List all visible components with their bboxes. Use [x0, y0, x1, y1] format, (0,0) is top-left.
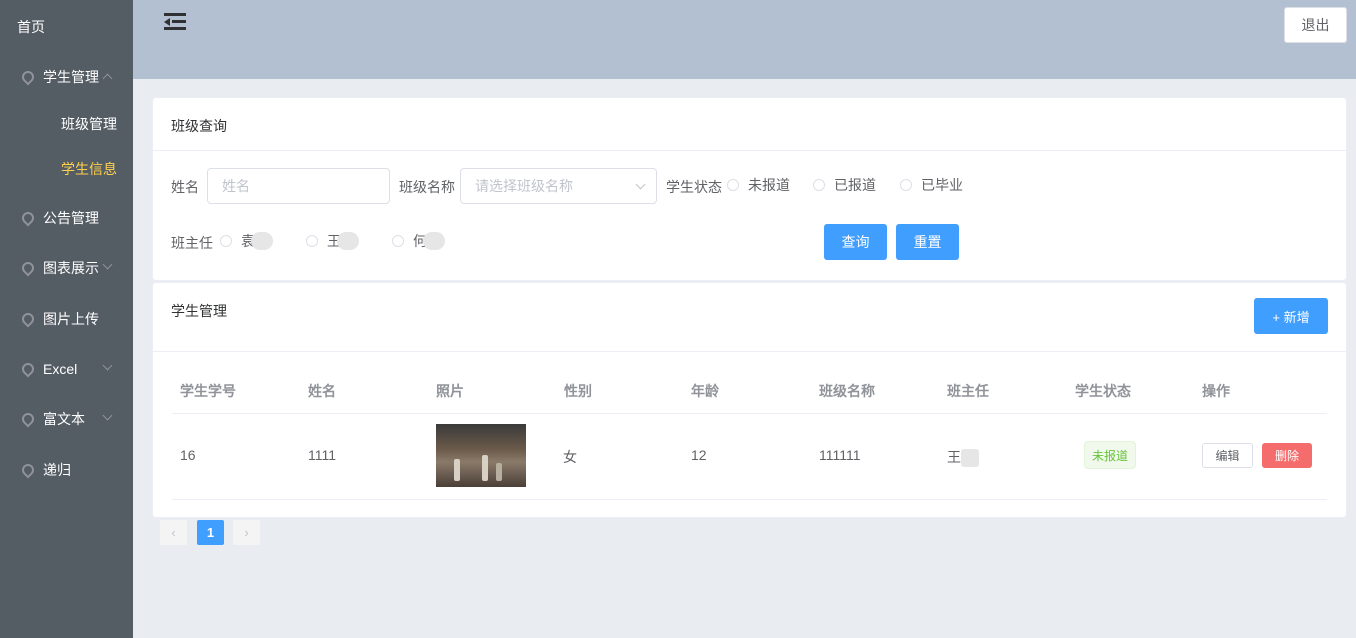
- photo-figure: [496, 463, 502, 481]
- status-badge: 未报道: [1084, 441, 1136, 469]
- radio-label: 已毕业: [921, 177, 963, 193]
- table-header-divider: [172, 413, 1327, 414]
- location-icon: [19, 259, 37, 277]
- pagination-next-button[interactable]: ›: [233, 520, 260, 545]
- head-teacher-label: 班主任: [171, 235, 213, 251]
- column-header: 操作: [1202, 383, 1230, 399]
- teacher-radio-2[interactable]: 王: [306, 231, 359, 251]
- column-header: 班级名称: [819, 383, 875, 399]
- redacted-mask: [423, 232, 445, 250]
- location-icon: [19, 209, 37, 227]
- column-header: 照片: [436, 383, 464, 399]
- sidebar-item-label: 图表展示: [43, 260, 99, 276]
- pagination-page-1[interactable]: 1: [197, 520, 224, 545]
- top-header: 退出: [133, 0, 1356, 79]
- radio-circle: [220, 235, 232, 247]
- name-input[interactable]: 姓名: [207, 168, 390, 204]
- status-radio-graduated[interactable]: 已毕业: [900, 175, 963, 195]
- column-header: 学生状态: [1075, 383, 1131, 399]
- location-icon: [19, 461, 37, 479]
- cell-gender: 女: [563, 449, 577, 465]
- sidebar-subitem-label: 班级管理: [61, 115, 117, 132]
- cell-name: 1111: [308, 447, 337, 463]
- sidebar-item-student-management[interactable]: 学生管理: [0, 52, 133, 102]
- sidebar-item-label: 公告管理: [43, 210, 99, 226]
- name-label: 姓名: [171, 179, 199, 195]
- status-radio-unreported[interactable]: 未报道: [727, 175, 790, 195]
- name-input-placeholder: 姓名: [222, 178, 250, 194]
- delete-button[interactable]: 删除: [1262, 443, 1312, 468]
- menu-fold-icon[interactable]: [164, 13, 186, 31]
- divider: [153, 150, 1346, 151]
- sidebar-subitem-label: 学生信息: [61, 160, 117, 177]
- sidebar-item-label: 首页: [17, 19, 45, 35]
- column-header: 性别: [564, 383, 592, 399]
- redacted-mask: [961, 449, 979, 468]
- column-header: 学生学号: [180, 383, 236, 399]
- column-header: 姓名: [308, 383, 336, 399]
- chevron-down-icon: [102, 259, 113, 270]
- cell-student-id: 16: [180, 447, 196, 463]
- teacher-name: 王: [947, 449, 961, 465]
- edit-button[interactable]: 编辑: [1202, 443, 1253, 468]
- cell-head-teacher: 王: [947, 447, 979, 468]
- radio-circle: [813, 179, 825, 191]
- pagination-prev-button[interactable]: ‹: [160, 520, 187, 545]
- photo-figure: [482, 455, 488, 481]
- radio-circle: [392, 235, 404, 247]
- sidebar-item-excel[interactable]: Excel: [0, 344, 133, 394]
- divider: [153, 351, 1346, 352]
- card-title: 学生管理: [171, 303, 227, 319]
- table-row-divider: [172, 499, 1327, 500]
- card-title: 班级查询: [171, 118, 227, 134]
- sidebar-item-label: 图片上传: [43, 311, 99, 327]
- radio-circle: [900, 179, 912, 191]
- radio-circle: [727, 179, 739, 191]
- logout-button[interactable]: 退出: [1284, 7, 1347, 43]
- sidebar-item-label: Excel: [43, 361, 78, 377]
- radio-circle: [306, 235, 318, 247]
- class-name-select[interactable]: 请选择班级名称: [460, 168, 657, 204]
- sidebar: 首页 学生管理 班级管理 学生信息 公告管理 图表展示 图片上传 Excel 富…: [0, 0, 133, 638]
- reset-button[interactable]: 重置: [896, 224, 959, 260]
- column-header: 年龄: [691, 383, 719, 399]
- cell-age: 12: [691, 447, 707, 463]
- sidebar-item-label: 富文本: [43, 411, 85, 427]
- sidebar-item-image-upload[interactable]: 图片上传: [0, 294, 133, 344]
- chevron-up-icon: [102, 73, 113, 84]
- chevron-down-icon: [102, 360, 113, 371]
- photo-figure: [454, 459, 460, 481]
- location-icon: [19, 410, 37, 428]
- teacher-radio-1[interactable]: 袁: [220, 231, 273, 251]
- add-button[interactable]: + 新增: [1254, 298, 1328, 334]
- student-photo: [436, 424, 526, 487]
- chevron-down-icon: [635, 179, 646, 190]
- sidebar-subitem-student-info[interactable]: 学生信息: [0, 146, 133, 191]
- cell-class-name: 111111: [819, 447, 861, 463]
- radio-label: 已报道: [834, 177, 876, 193]
- radio-label: 未报道: [748, 177, 790, 193]
- query-button[interactable]: 查询: [824, 224, 887, 260]
- sidebar-subitem-class-management[interactable]: 班级管理: [0, 101, 133, 146]
- location-icon: [19, 68, 37, 86]
- sidebar-item-rich-text[interactable]: 富文本: [0, 394, 133, 444]
- teacher-radio-3[interactable]: 何: [392, 231, 445, 251]
- sidebar-item-charts[interactable]: 图表展示: [0, 243, 133, 293]
- sidebar-item-announcement[interactable]: 公告管理: [0, 193, 133, 243]
- student-status-label: 学生状态: [666, 179, 722, 195]
- redacted-mask: [251, 232, 273, 250]
- column-header: 班主任: [947, 383, 989, 399]
- location-icon: [19, 310, 37, 328]
- location-icon: [19, 360, 37, 378]
- sidebar-item-home[interactable]: 首页: [0, 2, 133, 52]
- sidebar-item-recursion[interactable]: 递归: [0, 445, 133, 495]
- redacted-mask: [337, 232, 359, 250]
- class-name-label: 班级名称: [399, 179, 455, 195]
- sidebar-item-label: 学生管理: [43, 69, 99, 85]
- chevron-down-icon: [102, 410, 113, 421]
- class-name-placeholder: 请选择班级名称: [475, 178, 573, 194]
- sidebar-item-label: 递归: [43, 462, 71, 478]
- status-radio-reported[interactable]: 已报道: [813, 175, 876, 195]
